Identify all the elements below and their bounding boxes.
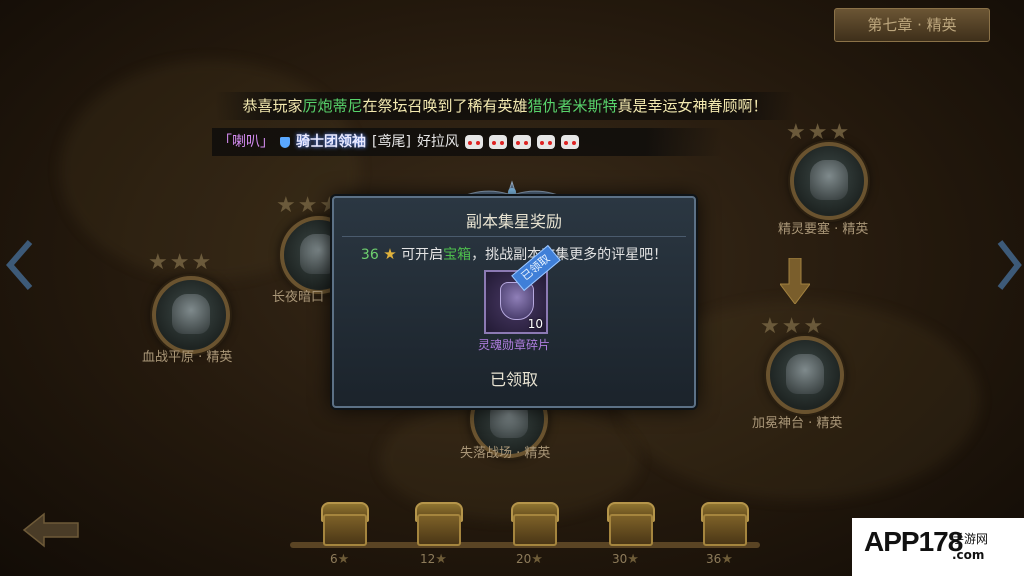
item-count: 10	[527, 317, 543, 331]
stage-label: 长夜暗口	[272, 290, 325, 305]
chapter-title: 第七章 · 精英	[834, 8, 990, 42]
star-chest-1[interactable]	[318, 500, 369, 546]
chest-link[interactable]: 宝箱	[443, 247, 471, 263]
prev-chapter-arrow-icon[interactable]	[6, 240, 34, 290]
emoji-icon	[488, 135, 507, 149]
stage-node-coronation-altar[interactable]	[766, 336, 844, 414]
emoji-icon	[560, 135, 579, 149]
divider	[342, 236, 686, 237]
monster-portrait-icon	[172, 294, 210, 334]
dialog-description: 36 ★ 可开启宝箱，挑战副本收集更多的评星吧！	[334, 244, 694, 264]
chest-requirement: 12★	[420, 552, 447, 567]
world-chat-line: 「喇叭」 骑士团领袖 [鸢尾] 好拉风	[212, 128, 722, 156]
desc-rest: ，挑战副本收集更多的评星吧！	[471, 247, 668, 263]
chat-channel: 「喇叭」	[218, 134, 274, 150]
announcement-suffix: 真是幸运女神眷顾啊！	[617, 97, 768, 115]
star-icon: ★	[627, 552, 639, 567]
stage-node-elf-fortress[interactable]	[790, 142, 868, 220]
system-announcement: 恭喜玩家厉炮蒂尼在祭坛召唤到了稀有英雄猎仇者米斯特真是幸运女神眷顾啊！	[215, 92, 795, 120]
announcement-prefix: 恭喜玩家	[242, 97, 303, 115]
chest-requirement: 20★	[516, 552, 543, 567]
soul-medal-icon	[500, 282, 534, 320]
star-icon: ★	[337, 552, 350, 567]
star-count: 36	[360, 247, 379, 263]
site-watermark-logo: APP178 手游网 .com	[852, 518, 1024, 576]
watermark-sub: 手游网	[952, 532, 989, 546]
chat-message: 好拉风	[416, 134, 459, 150]
monster-portrait-icon	[810, 160, 848, 200]
watermark-domain: .com	[952, 548, 985, 562]
star-icon: ★	[383, 245, 397, 263]
watermark-brand: APP178	[864, 526, 963, 557]
star-icon: ★	[721, 552, 733, 567]
stage-stars: ★★★	[760, 314, 826, 339]
path-arrow-down-icon	[780, 258, 810, 304]
stage-label: 失落战场 · 精英	[460, 446, 551, 461]
stage-stars: ★★★	[148, 250, 214, 275]
chest-requirement: 6★	[330, 552, 350, 567]
star-chest-4[interactable]	[604, 500, 655, 546]
star-chest-5[interactable]	[698, 500, 749, 546]
back-arrow-icon[interactable]	[22, 512, 80, 548]
star-reward-dialog: 副本集星奖励 36 ★ 可开启宝箱，挑战副本收集更多的评星吧！ 10 已领取 灵…	[332, 196, 696, 408]
chat-speaker: [鸢尾]	[372, 134, 411, 150]
announcement-middle: 在祭坛召唤到了稀有英雄	[362, 97, 528, 115]
emoji-icon	[536, 135, 555, 149]
stage-stars: ★★★	[786, 120, 852, 145]
desc-open: 可开启	[401, 247, 444, 263]
shield-icon	[280, 136, 290, 148]
monster-portrait-icon	[786, 354, 824, 394]
guild-title: 骑士团领袖	[296, 134, 366, 150]
star-chest-3[interactable]	[508, 500, 559, 546]
stage-node-bloody-plain[interactable]	[152, 276, 230, 354]
dialog-title: 副本集星奖励	[465, 212, 562, 231]
stage-label: 精灵要塞 · 精英	[778, 222, 869, 237]
star-icon: ★	[531, 552, 543, 567]
emoji-icon	[464, 135, 483, 149]
chest-requirement: 36★	[706, 552, 733, 567]
claimed-button[interactable]: 已领取	[334, 366, 694, 390]
star-icon: ★	[435, 552, 447, 567]
announcement-hero: 猎仇者米斯特	[527, 97, 618, 115]
item-name: 灵魂勋章碎片	[477, 338, 550, 352]
announcement-player: 厉炮蒂尼	[302, 97, 363, 115]
chest-requirement: 30★	[612, 552, 639, 567]
star-chest-2[interactable]	[412, 500, 463, 546]
stage-label: 血战平原 · 精英	[142, 350, 233, 365]
next-chapter-arrow-icon[interactable]	[996, 240, 1022, 290]
stage-label: 加冕神台 · 精英	[752, 416, 843, 431]
emoji-icon	[512, 135, 531, 149]
